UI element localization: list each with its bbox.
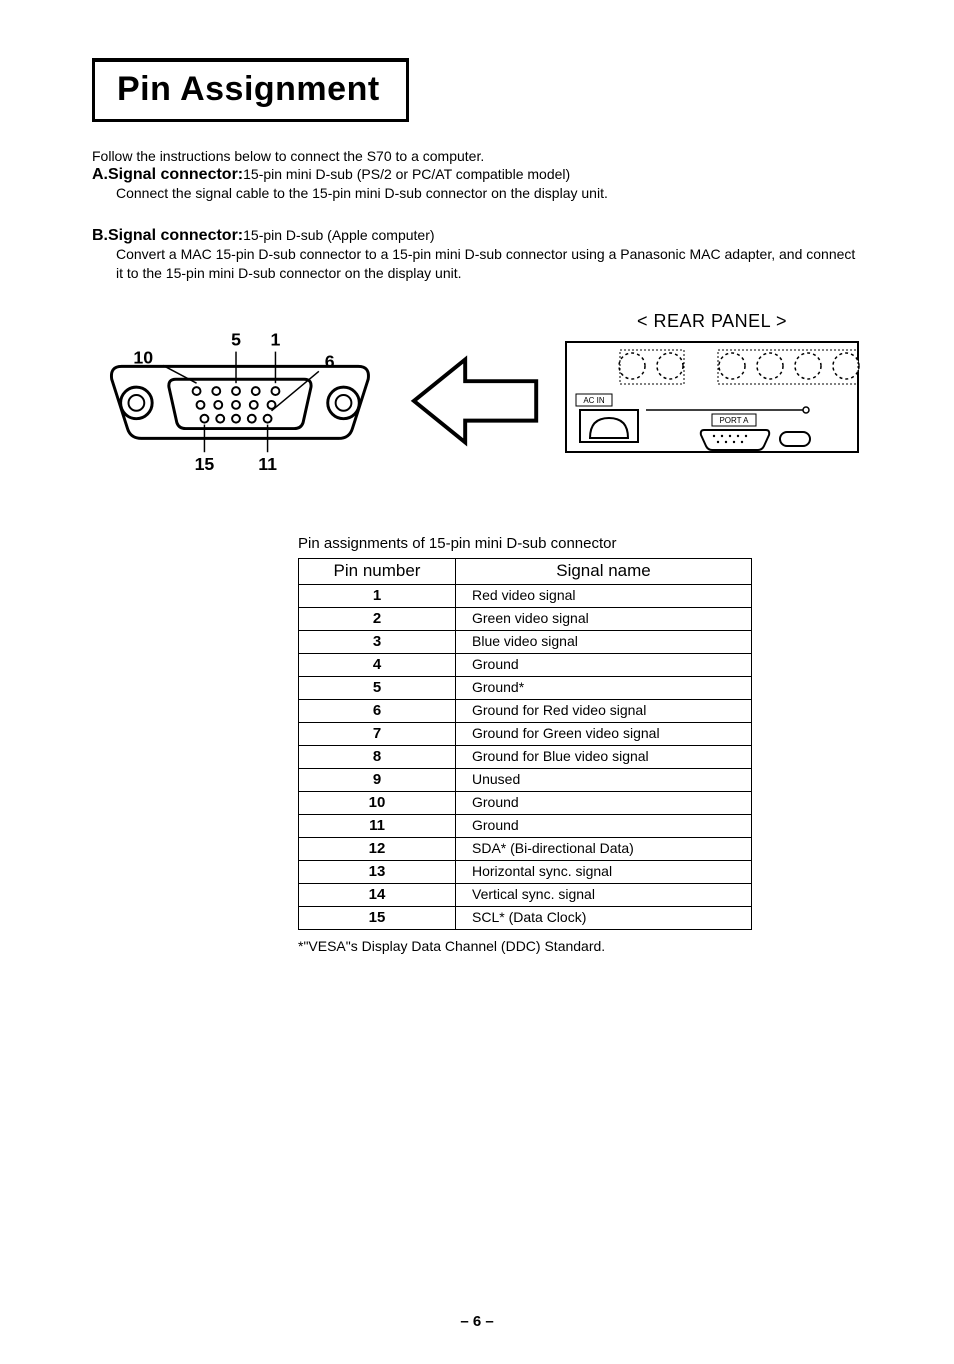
rear-panel-label: < REAR PANEL > [562,311,862,332]
ac-in-label: AC IN [583,396,605,405]
section-b-tail: 15-pin D-sub (Apple computer) [243,227,434,243]
pin-signal: Blue video signal [456,630,752,653]
pin-num: 11 [299,814,456,837]
section-a-body: Connect the signal cable to the 15-pin m… [116,184,862,203]
intro-text: Follow the instructions below to connect… [92,148,862,164]
pin-label-5: 5 [231,329,241,349]
table-title: Pin assignments of 15-pin mini D-sub con… [298,535,862,552]
table-row: 12SDA* (Bi-directional Data) [299,837,752,860]
section-a-tail: 15-pin mini D-sub (PS/2 or PC/AT compati… [243,166,570,182]
table-row: 1Red video signal [299,584,752,607]
table-row: 7Ground for Green video signal [299,722,752,745]
port-a-label: PORT A [719,416,749,425]
pin-label-10: 10 [133,347,153,367]
section-a: A.Signal connector:15-pin mini D-sub (PS… [92,166,862,203]
rear-panel-block: < REAR PANEL > AC IN [562,311,862,468]
table-row: 2Green video signal [299,607,752,630]
pin-signal: Ground for Red video signal [456,699,752,722]
pin-signal: Ground* [456,676,752,699]
diagram-row: 1 5 6 10 11 15 < REAR PANEL > [92,311,862,481]
section-a-label: A.Signal connector: [92,166,243,183]
table-row: 15SCL* (Data Clock) [299,906,752,929]
section-b-body: Convert a MAC 15-pin D-sub connector to … [116,245,862,283]
pin-signal: Red video signal [456,584,752,607]
pin-signal: SCL* (Data Clock) [456,906,752,929]
table-row: 4Ground [299,653,752,676]
table-row: 5Ground* [299,676,752,699]
table-row: 11Ground [299,814,752,837]
pin-signal: SDA* (Bi-directional Data) [456,837,752,860]
pin-num: 6 [299,699,456,722]
pin-num: 15 [299,906,456,929]
pin-signal: Ground for Green video signal [456,722,752,745]
document-page: Pin Assignment Follow the instructions b… [0,0,954,1364]
table-row: 8Ground for Blue video signal [299,745,752,768]
pin-signal: Unused [456,768,752,791]
pin-signal: Green video signal [456,607,752,630]
footnote: *"VESA"s Display Data Channel (DDC) Stan… [298,938,862,954]
table-header-row: Pin number Signal name [299,558,752,584]
pin-num: 9 [299,768,456,791]
header-signal-name: Signal name [456,558,752,584]
pin-num: 2 [299,607,456,630]
pin-num: 5 [299,676,456,699]
table-row: 9Unused [299,768,752,791]
pin-num: 13 [299,860,456,883]
pin-assignment-table: Pin number Signal name 1Red video signal… [298,558,752,930]
pin-num: 1 [299,584,456,607]
page-title: Pin Assignment [117,70,380,108]
pin-num: 7 [299,722,456,745]
table-row: 6Ground for Red video signal [299,699,752,722]
table-row: 10Ground [299,791,752,814]
table-row: 14Vertical sync. signal [299,883,752,906]
pin-num: 12 [299,837,456,860]
dsub-connector-diagram: 1 5 6 10 11 15 [92,311,388,481]
table-row: 13Horizontal sync. signal [299,860,752,883]
section-b: B.Signal connector:15-pin D-sub (Apple c… [92,227,862,283]
header-pin-number: Pin number [299,558,456,584]
pin-num: 8 [299,745,456,768]
pin-signal: Horizontal sync. signal [456,860,752,883]
pin-num: 3 [299,630,456,653]
rear-panel-diagram: AC IN PORT A [562,338,862,468]
arrow-icon [406,311,544,481]
title-box: Pin Assignment [92,58,409,122]
pin-num: 4 [299,653,456,676]
page-number: – 6 – [0,1313,954,1330]
table-row: 3Blue video signal [299,630,752,653]
pin-signal: Vertical sync. signal [456,883,752,906]
section-b-label: B.Signal connector: [92,227,243,244]
pin-signal: Ground [456,653,752,676]
pin-signal: Ground [456,791,752,814]
pin-label-1: 1 [271,329,281,349]
pin-signal: Ground [456,814,752,837]
pin-label-15: 15 [195,454,215,474]
pin-label-11: 11 [258,454,277,474]
pin-num: 14 [299,883,456,906]
pin-signal: Ground for Blue video signal [456,745,752,768]
pin-num: 10 [299,791,456,814]
pin-label-6: 6 [325,351,335,371]
